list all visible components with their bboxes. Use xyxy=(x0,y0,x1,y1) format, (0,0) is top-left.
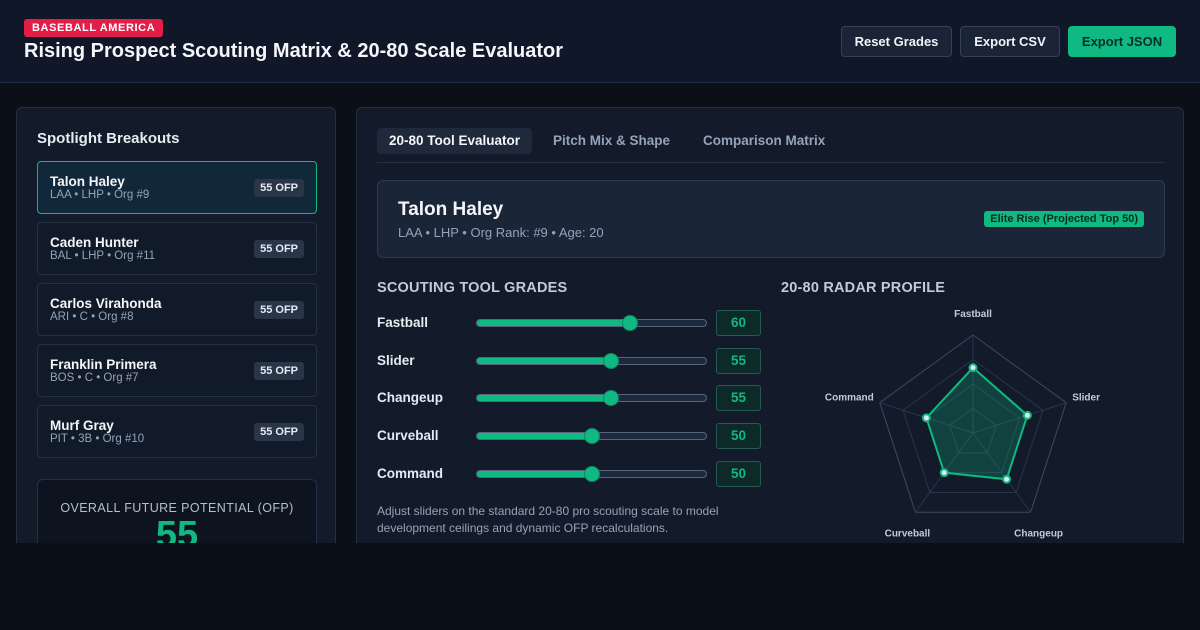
page-title: Rising Prospect Scouting Matrix & 20-80 … xyxy=(24,40,564,62)
fastball-slider[interactable] xyxy=(476,315,707,331)
prospect-name: Carlos Virahonda xyxy=(50,296,162,311)
changeup-slider[interactable] xyxy=(476,390,707,406)
tab-comparison-matrix[interactable]: Comparison Matrix xyxy=(691,128,837,154)
grade-label: Slider xyxy=(377,353,415,368)
radar-axis-label: Slider xyxy=(1072,393,1100,404)
ofp-badge: 55 OFP xyxy=(254,240,304,258)
export-json-button[interactable]: Export JSON xyxy=(1068,26,1176,57)
hero-name: Talon Haley xyxy=(398,199,504,220)
grade-value: 50 xyxy=(716,461,761,487)
radar-point xyxy=(1002,474,1012,484)
grade-label: Changeup xyxy=(377,390,443,405)
radar-chart: Fastball Slider Changeup Curveball Command xyxy=(825,309,1100,539)
ofp-badge: 55 OFP xyxy=(254,301,304,319)
grade-value: 50 xyxy=(716,423,761,449)
radar-axis-label: Changeup xyxy=(1014,528,1063,539)
prospect-meta: LAA • LHP • Org #9 xyxy=(50,189,150,201)
radar-axis-label: Fastball xyxy=(954,309,992,320)
prospect-meta: BOS • C • Org #7 xyxy=(50,372,139,384)
grade-hint: Adjust sliders on the standard 20-80 pro… xyxy=(377,504,719,535)
slider-slider[interactable] xyxy=(476,353,707,369)
curveball-slider[interactable] xyxy=(476,428,707,444)
radar-title: 20-80 RADAR PROFILE xyxy=(781,280,946,296)
tab-divider xyxy=(377,162,1165,163)
grades-title: SCOUTING TOOL GRADES xyxy=(377,280,568,296)
slider-fill xyxy=(477,320,630,326)
radar-point xyxy=(1022,410,1032,420)
prospect-name: Franklin Primera xyxy=(50,357,157,372)
slider-fill xyxy=(477,433,592,439)
rise-tag: Elite Rise (Projected Top 50) xyxy=(984,211,1144,227)
slider-handle[interactable] xyxy=(602,390,619,406)
ofp-label: OVERALL FUTURE POTENTIAL (OFP) xyxy=(60,501,294,515)
prospect-name: Murf Gray xyxy=(50,418,114,433)
slider-fill xyxy=(477,395,611,401)
radar-axis-label: Command xyxy=(825,393,874,404)
spotlight-title: Spotlight Breakouts xyxy=(37,130,180,147)
grade-value: 55 xyxy=(716,385,761,411)
ofp-badge: 55 OFP xyxy=(254,423,304,441)
grade-row-slider: Slider 55 xyxy=(377,348,761,374)
prospect-meta: PIT • 3B • Org #10 xyxy=(50,433,145,445)
grade-value: 60 xyxy=(716,310,761,336)
brand-badge: BASEBALL AMERICA xyxy=(24,19,164,37)
radar-series-area xyxy=(925,366,1029,481)
tab-pitch-mix[interactable]: Pitch Mix & Shape xyxy=(541,128,682,154)
grade-label: Curveball xyxy=(377,428,439,443)
grade-row-changeup: Changeup 55 xyxy=(377,385,761,411)
prospect-name: Caden Hunter xyxy=(50,235,139,250)
evaluator-panel: 20-80 Tool Evaluator Pitch Mix & Shape C… xyxy=(356,107,1184,567)
grade-label: Command xyxy=(377,466,444,481)
radar-point xyxy=(939,468,949,478)
grade-row-fastball: Fastball 60 xyxy=(377,310,761,336)
slider-handle[interactable] xyxy=(621,315,638,331)
grade-value: 55 xyxy=(716,348,761,374)
slider-handle[interactable] xyxy=(583,428,600,444)
prospect-card[interactable]: Talon Haley LAA • LHP • Org #9 55 OFP xyxy=(37,161,317,214)
grade-row-curveball: Curveball 50 xyxy=(377,423,761,449)
slider-handle[interactable] xyxy=(583,466,600,482)
prospect-card[interactable]: Murf Gray PIT • 3B • Org #10 55 OFP xyxy=(37,405,317,458)
prospect-name: Talon Haley xyxy=(50,174,125,189)
radar-point xyxy=(968,363,978,373)
ofp-badge: 55 OFP xyxy=(254,179,304,197)
page-footer-background xyxy=(0,543,1200,630)
reset-grades-button[interactable]: Reset Grades xyxy=(841,26,952,57)
grade-label: Fastball xyxy=(377,315,429,330)
prospect-hero: Talon Haley LAA • LHP • Org Rank: #9 • A… xyxy=(377,180,1165,258)
app-header: BASEBALL AMERICA Rising Prospect Scoutin… xyxy=(0,0,1200,83)
prospect-meta: ARI • C • Org #8 xyxy=(50,311,134,323)
prospect-card[interactable]: Franklin Primera BOS • C • Org #7 55 OFP xyxy=(37,344,317,397)
command-slider[interactable] xyxy=(476,466,707,482)
ofp-badge: 55 OFP xyxy=(254,362,304,380)
spotlight-panel: Spotlight Breakouts Talon Haley LAA • LH… xyxy=(16,107,336,589)
radar-axis-label: Curveball xyxy=(885,528,931,539)
slider-fill xyxy=(477,358,611,364)
radar-point xyxy=(921,413,931,423)
slider-fill xyxy=(477,471,592,477)
prospect-card[interactable]: Carlos Virahonda ARI • C • Org #8 55 OFP xyxy=(37,283,317,336)
export-csv-button[interactable]: Export CSV xyxy=(960,26,1060,57)
tab-tool-evaluator[interactable]: 20-80 Tool Evaluator xyxy=(377,128,533,154)
slider-handle[interactable] xyxy=(602,353,619,369)
prospect-card[interactable]: Caden Hunter BAL • LHP • Org #11 55 OFP xyxy=(37,222,317,275)
grade-row-command: Command 50 xyxy=(377,461,761,487)
hero-meta: LAA • LHP • Org Rank: #9 • Age: 20 xyxy=(398,225,604,240)
prospect-meta: BAL • LHP • Org #11 xyxy=(50,250,156,262)
